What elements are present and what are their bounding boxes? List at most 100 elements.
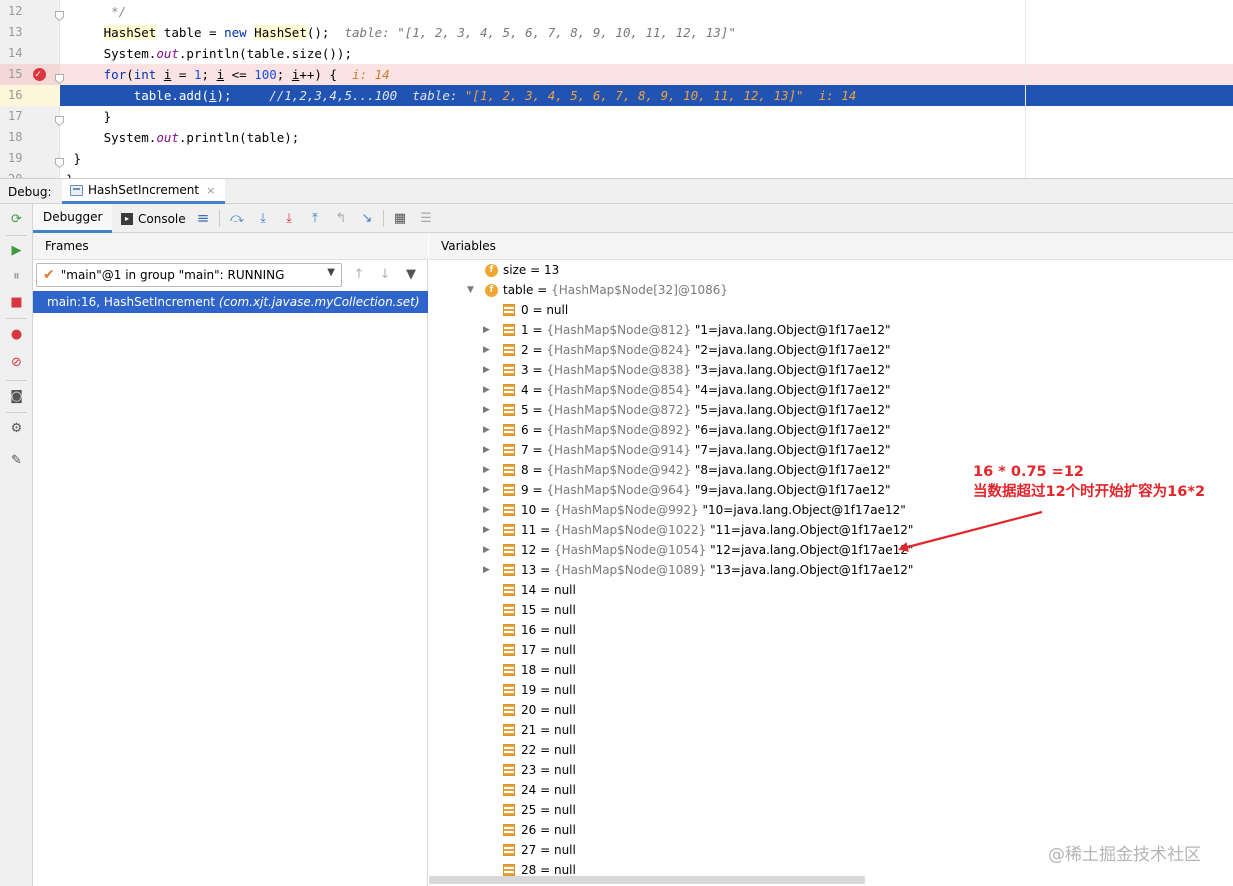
table-entry-row[interactable]: 21 = null — [485, 720, 576, 740]
table-entry-row[interactable]: ▶ 10 = {HashMap$Node@992} "10=java.lang.O… — [483, 500, 906, 520]
breakpoint-icon[interactable] — [33, 64, 46, 85]
code-line[interactable]: 14 System.out.println(table.size()); — [0, 43, 1233, 64]
variable-table[interactable]: ▼ f table = {HashMap$Node[32]@1086} — [467, 280, 728, 300]
code-line[interactable]: 16 table.add(i); //1,2,3,4,5...100 table… — [0, 85, 1233, 106]
frame-method: main:16, HashSetIncrement — [47, 295, 219, 309]
camera-icon[interactable]: ◙ — [8, 388, 25, 405]
entry-value: null — [553, 583, 576, 597]
table-entry-row[interactable]: ▶ 4 = {HashMap$Node@854} "4=java.lang.Obj… — [483, 380, 890, 400]
collapsed-triangle-icon[interactable]: ▶ — [483, 485, 493, 495]
layout-menu-icon[interactable]: ≡ — [195, 209, 211, 227]
code-line[interactable]: 18 System.out.println(table); — [0, 127, 1233, 148]
collapsed-triangle-icon[interactable]: ▶ — [483, 325, 493, 335]
entry-value: null — [553, 623, 576, 637]
stop-icon[interactable]: ■ — [8, 294, 25, 311]
tab-console[interactable]: ▸ Console — [111, 204, 196, 233]
entry-equals: = — [536, 603, 554, 617]
next-frame-icon[interactable]: ↓ — [377, 266, 393, 282]
close-tab-icon[interactable]: × — [206, 184, 215, 197]
table-entry-row[interactable]: ▶ 11 = {HashMap$Node@1022} "11=java.lang.… — [483, 520, 913, 540]
collapsed-triangle-icon[interactable]: ▶ — [483, 425, 493, 435]
filter-icon[interactable]: ▼ — [403, 266, 419, 282]
table-entry-row[interactable]: ▶ 5 = {HashMap$Node@872} "5=java.lang.Obj… — [483, 400, 890, 420]
table-entry-row[interactable]: 15 = null — [485, 600, 576, 620]
code-editor[interactable]: 12 */13 HashSet table = new HashSet(); t… — [0, 0, 1233, 178]
expanded-triangle-icon[interactable]: ▼ — [467, 285, 477, 295]
code-line[interactable]: 17 } — [0, 106, 1233, 127]
table-entry-row[interactable]: ▶ 12 = {HashMap$Node@1054} "12=java.lang.… — [483, 540, 913, 560]
mute-breakpoints-icon[interactable]: ⊘ — [8, 354, 25, 371]
tab-debugger[interactable]: Debugger — [33, 204, 113, 233]
table-entry-row[interactable]: ▶ 7 = {HashMap$Node@914} "7=java.lang.Obj… — [483, 440, 890, 460]
fold-marker-icon[interactable] — [55, 6, 64, 22]
collapsed-triangle-icon[interactable]: ▶ — [483, 385, 493, 395]
collapsed-triangle-icon[interactable]: ▶ — [483, 365, 493, 375]
table-entry-row[interactable]: ▶ 1 = {HashMap$Node@812} "1=java.lang.Obj… — [483, 320, 890, 340]
code-token: ; — [201, 67, 217, 82]
code-line[interactable]: 19 } — [0, 148, 1233, 169]
fold-marker-icon[interactable] — [55, 111, 64, 127]
table-entry-row[interactable]: 17 = null — [485, 640, 576, 660]
previous-frame-icon[interactable]: ↑ — [351, 266, 367, 282]
collapsed-triangle-icon[interactable]: ▶ — [483, 465, 493, 475]
trace-stream-icon[interactable]: ☰ — [418, 210, 434, 226]
collapsed-triangle-icon[interactable]: ▶ — [483, 565, 493, 575]
table-entry-row[interactable]: 24 = null — [485, 780, 576, 800]
collapsed-triangle-icon[interactable]: ▶ — [483, 505, 493, 515]
code-line[interactable]: 15 for(int i = 1; i <= 100; i++) { i: 14 — [0, 64, 1233, 85]
table-entry-row[interactable]: 23 = null — [485, 760, 576, 780]
table-entry-row[interactable]: ▶ 8 = {HashMap$Node@942} "8=java.lang.Obj… — [483, 460, 890, 480]
collapsed-triangle-icon[interactable]: ▶ — [483, 525, 493, 535]
table-entry-row[interactable]: 16 = null — [485, 620, 576, 640]
table-entry-row[interactable]: 0 = null — [485, 300, 568, 320]
code-line[interactable]: 12 */ — [0, 1, 1233, 22]
view-breakpoints-icon[interactable]: ● — [8, 326, 25, 343]
table-entry-row[interactable]: 26 = null — [485, 820, 576, 840]
entry-equals: = — [528, 363, 547, 377]
pause-program-icon[interactable]: ⏸ — [8, 268, 25, 285]
table-entry-row[interactable]: 27 = null — [485, 840, 576, 860]
run-to-cursor-icon[interactable]: ↘ — [359, 210, 375, 226]
resume-program-icon[interactable]: ▶ — [8, 242, 25, 259]
collapsed-triangle-icon[interactable]: ▶ — [483, 345, 493, 355]
code-line[interactable]: 13 HashSet table = new HashSet(); table:… — [0, 22, 1233, 43]
entry-value: null — [553, 823, 576, 837]
table-entry-row[interactable]: ▶ 9 = {HashMap$Node@964} "9=java.lang.Obj… — [483, 480, 890, 500]
settings-gear-icon[interactable]: ⚙ — [8, 420, 25, 437]
code-line[interactable]: 20} — [0, 169, 1233, 178]
fold-marker-icon[interactable] — [55, 153, 64, 169]
array-element-icon — [503, 784, 515, 796]
show-execution-point-icon[interactable]: ⤼ — [229, 210, 245, 226]
step-out-icon[interactable]: ⤒ — [307, 210, 323, 226]
entry-type: {HashMap$Node@824} — [546, 343, 692, 357]
table-entry-row[interactable]: ▶ 6 = {HashMap$Node@892} "6=java.lang.Obj… — [483, 420, 890, 440]
table-entry-row[interactable]: ▶ 13 = {HashMap$Node@1089} "13=java.lang.… — [483, 560, 913, 580]
evaluate-expression-icon[interactable]: ▦ — [392, 210, 408, 226]
table-entry-row[interactable]: 22 = null — [485, 740, 576, 760]
array-element-icon — [503, 624, 515, 636]
code-token: for — [103, 67, 127, 82]
table-entry-row[interactable]: 25 = null — [485, 800, 576, 820]
collapsed-triangle-icon[interactable]: ▶ — [483, 545, 493, 555]
horizontal-scrollbar-thumb[interactable] — [429, 876, 865, 884]
table-entry-row[interactable]: ▶ 2 = {HashMap$Node@824} "2=java.lang.Obj… — [483, 340, 890, 360]
thread-select[interactable]: ✔ "main"@1 in group "main": RUNNING ▼ — [36, 263, 342, 287]
array-element-icon — [503, 704, 515, 716]
collapsed-triangle-icon[interactable]: ▶ — [483, 445, 493, 455]
collapsed-triangle-icon[interactable]: ▶ — [483, 405, 493, 415]
entry-equals: = — [536, 763, 554, 777]
drop-frame-icon[interactable]: ↰ — [333, 210, 349, 226]
table-entry-row[interactable]: 20 = null — [485, 700, 576, 720]
rerun-icon[interactable]: ⟳ — [8, 211, 25, 228]
variable-size[interactable]: f size = 13 — [485, 260, 559, 280]
debug-session-tab[interactable]: HashSetIncrement × — [62, 179, 226, 204]
pin-tab-icon[interactable]: ✎ — [8, 452, 25, 469]
frame-row[interactable]: main:16, HashSetIncrement (com.xjt.javas… — [33, 291, 428, 313]
step-into-icon[interactable]: ⤓ — [255, 210, 271, 226]
force-step-into-icon[interactable]: ⤓ — [281, 210, 297, 226]
fold-marker-icon[interactable] — [55, 69, 64, 85]
table-entry-row[interactable]: 18 = null — [485, 660, 576, 680]
table-entry-row[interactable]: ▶ 3 = {HashMap$Node@838} "3=java.lang.Obj… — [483, 360, 890, 380]
table-entry-row[interactable]: 19 = null — [485, 680, 576, 700]
table-entry-row[interactable]: 14 = null — [485, 580, 576, 600]
